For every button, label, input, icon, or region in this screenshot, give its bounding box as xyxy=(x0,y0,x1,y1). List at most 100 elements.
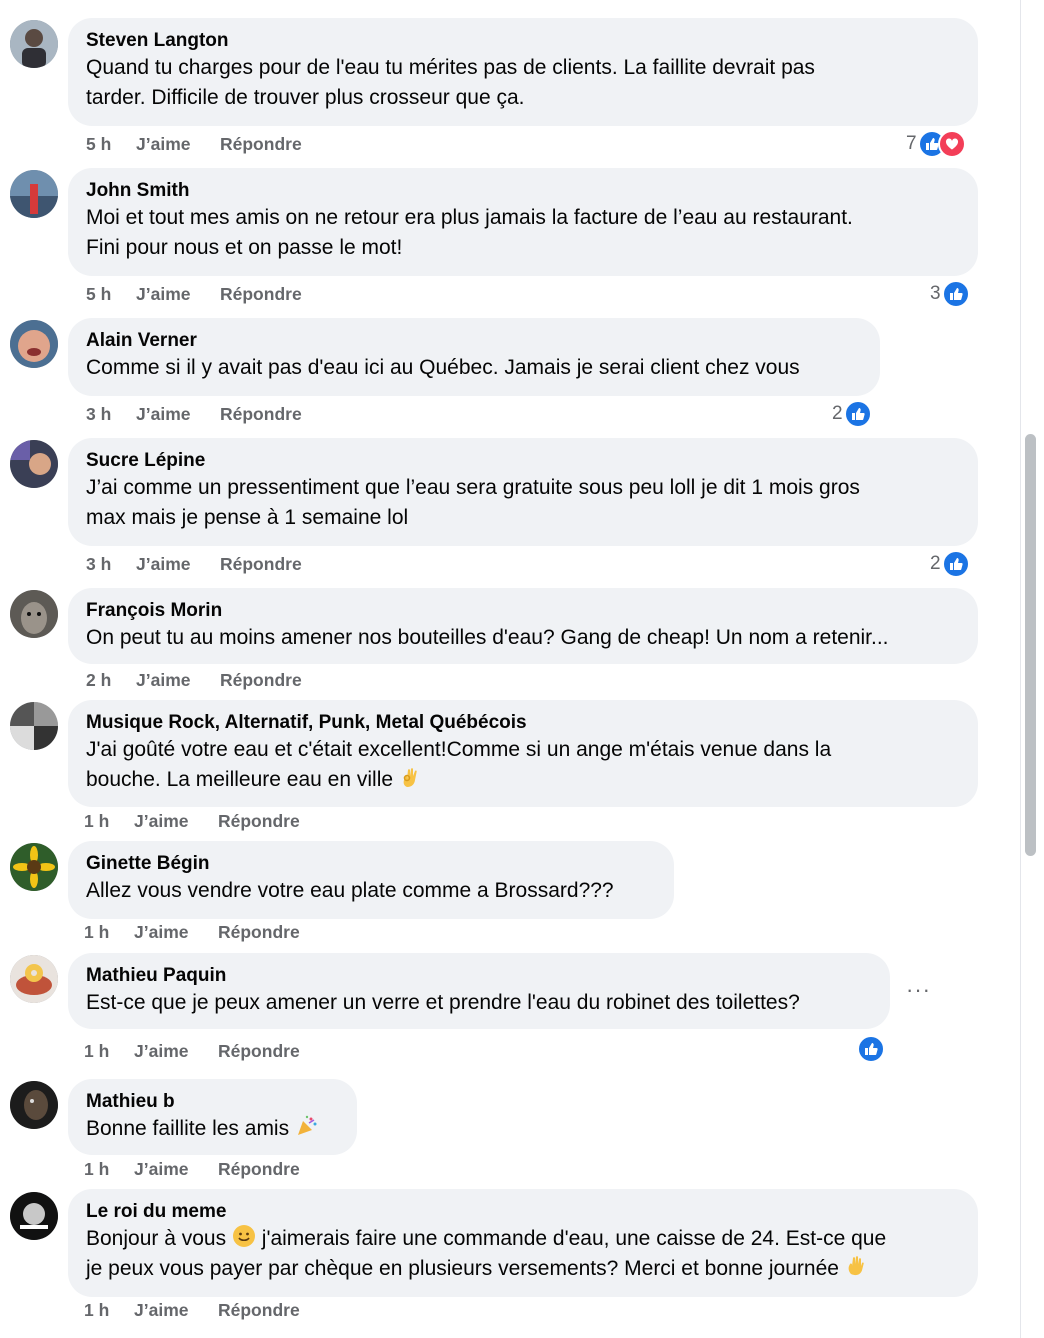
comment-author[interactable]: Steven Langton xyxy=(86,28,960,53)
comment-author[interactable]: Mathieu Paquin xyxy=(86,963,872,988)
like-link[interactable]: J’aime xyxy=(136,283,220,305)
like-link[interactable]: J’aime xyxy=(134,1040,218,1062)
comment-bubble: François Morin On peut tu au moins amene… xyxy=(68,588,978,664)
reaction-count: 2 xyxy=(832,403,843,424)
avatar[interactable] xyxy=(10,955,58,1003)
comment-time[interactable]: 1 h xyxy=(84,921,134,943)
reaction-summary[interactable]: 2 xyxy=(930,550,970,578)
like-reaction-icon xyxy=(857,1035,885,1063)
comment-text-line: bouche. La meilleure eau en ville xyxy=(86,765,960,795)
comment-actions: 1 h J’aime Répondre xyxy=(84,810,300,832)
reaction-summary[interactable]: 3 xyxy=(930,280,970,308)
comment-text-line: je peux vous payer par chèque en plusieu… xyxy=(86,1254,960,1284)
comment-bubble: John Smith Moi et tout mes amis on ne re… xyxy=(68,168,978,276)
comment-actions: 1 h J’aime Répondre xyxy=(84,1158,300,1180)
comment-actions: 2 h J’aime Répondre xyxy=(86,669,302,691)
comment-text-line: max mais je pense à 1 semaine lol xyxy=(86,506,409,529)
reaction-count: 2 xyxy=(930,553,941,574)
like-reaction-icon xyxy=(941,280,970,308)
comment-author[interactable]: Ginette Bégin xyxy=(86,851,656,876)
comment-author[interactable]: John Smith xyxy=(86,178,960,203)
comment-actions: 1 h J’aime Répondre xyxy=(84,1040,300,1062)
avatar[interactable] xyxy=(10,590,58,638)
reply-link[interactable]: Répondre xyxy=(220,403,302,425)
like-reaction-icon xyxy=(941,550,970,578)
reply-link[interactable]: Répondre xyxy=(218,1299,300,1321)
party-popper-emoji-icon xyxy=(295,1114,319,1138)
reaction-summary[interactable] xyxy=(857,1035,885,1063)
like-link[interactable]: J’aime xyxy=(136,669,220,691)
like-link[interactable]: J’aime xyxy=(136,133,220,155)
reaction-summary[interactable]: 7 xyxy=(906,130,966,158)
comment-bubble: Ginette Bégin Allez vous vendre votre ea… xyxy=(68,841,674,919)
scrollbar-thumb[interactable] xyxy=(1025,434,1036,856)
reply-link[interactable]: Répondre xyxy=(218,1158,300,1180)
comment-text-line: Moi et tout mes amis on ne retour era pl… xyxy=(86,206,853,229)
reply-link[interactable]: Répondre xyxy=(220,553,302,575)
comment-bubble: Alain Verner Comme si il y avait pas d'e… xyxy=(68,318,880,396)
more-options-button[interactable]: ··· xyxy=(906,977,931,1003)
comment-author[interactable]: Sucre Lépine xyxy=(86,448,960,473)
waving-hand-emoji-icon xyxy=(845,1254,869,1278)
reply-link[interactable]: Répondre xyxy=(220,669,302,691)
comment-text-line: On peut tu au moins amener nos bouteille… xyxy=(86,626,889,649)
avatar[interactable] xyxy=(10,20,58,68)
comment-time[interactable]: 3 h xyxy=(86,553,136,575)
reaction-count: 7 xyxy=(906,133,917,154)
ok-hand-emoji-icon xyxy=(399,765,423,789)
comment-bubble: Steven Langton Quand tu charges pour de … xyxy=(68,18,978,126)
reply-link[interactable]: Répondre xyxy=(218,1040,300,1062)
comment-author[interactable]: Musique Rock, Alternatif, Punk, Metal Qu… xyxy=(86,710,960,735)
comment-text-line: J’ai comme un pressentiment que l’eau se… xyxy=(86,476,860,499)
avatar[interactable] xyxy=(10,440,58,488)
comment-bubble: Le roi du meme Bonjour à vous j'aimerais… xyxy=(68,1189,978,1297)
reaction-summary[interactable]: 2 xyxy=(832,400,872,428)
reaction-count: 3 xyxy=(930,283,941,304)
comment-time[interactable]: 1 h xyxy=(84,1158,134,1180)
comment-bubble: Mathieu Paquin Est-ce que je peux amener… xyxy=(68,953,890,1029)
comment-actions: 3 h J’aime Répondre xyxy=(86,553,302,575)
like-link[interactable]: J’aime xyxy=(136,553,220,575)
comment-time[interactable]: 1 h xyxy=(84,810,134,832)
comment-time[interactable]: 5 h xyxy=(86,283,136,305)
avatar[interactable] xyxy=(10,1192,58,1240)
comment-author[interactable]: Mathieu b xyxy=(86,1089,339,1114)
comment-bubble: Sucre Lépine J’ai comme un pressentiment… xyxy=(68,438,978,546)
avatar[interactable] xyxy=(10,1081,58,1129)
comment-actions: 1 h J’aime Répondre xyxy=(84,1299,300,1321)
avatar[interactable] xyxy=(10,170,58,218)
like-link[interactable]: J’aime xyxy=(134,1158,218,1180)
comment-text-line: J'ai goûté votre eau et c'était excellen… xyxy=(86,738,832,761)
like-link[interactable]: J’aime xyxy=(134,1299,218,1321)
comment-actions: 3 h J’aime Répondre xyxy=(86,403,302,425)
comment-text-line: Quand tu charges pour de l'eau tu mérite… xyxy=(86,56,815,79)
comment-text-line: Allez vous vendre votre eau plate comme … xyxy=(86,879,614,902)
comment-text-line: Bonjour à vous j'aimerais faire une comm… xyxy=(86,1224,960,1254)
reply-link[interactable]: Répondre xyxy=(220,283,302,305)
comment-actions: 5 h J’aime Répondre xyxy=(86,283,302,305)
like-link[interactable]: J’aime xyxy=(134,810,218,832)
comment-actions: 1 h J’aime Répondre xyxy=(84,921,300,943)
comment-author[interactable]: Le roi du meme xyxy=(86,1199,960,1224)
comment-time[interactable]: 1 h xyxy=(84,1299,134,1321)
comment-time[interactable]: 1 h xyxy=(84,1040,134,1062)
comment-bubble: Musique Rock, Alternatif, Punk, Metal Qu… xyxy=(68,700,978,807)
avatar[interactable] xyxy=(10,320,58,368)
reply-link[interactable]: Répondre xyxy=(218,810,300,832)
comment-text: je peux vous payer par chèque en plusieu… xyxy=(86,1257,839,1280)
comment-time[interactable]: 2 h xyxy=(86,669,136,691)
avatar[interactable] xyxy=(10,702,58,750)
avatar[interactable] xyxy=(10,843,58,891)
comment-time[interactable]: 5 h xyxy=(86,133,136,155)
comment-time[interactable]: 3 h xyxy=(86,403,136,425)
reply-link[interactable]: Répondre xyxy=(220,133,302,155)
comment-author[interactable]: François Morin xyxy=(86,598,960,623)
comment-author[interactable]: Alain Verner xyxy=(86,328,862,353)
reply-link[interactable]: Répondre xyxy=(218,921,300,943)
love-reaction-icon xyxy=(937,130,966,158)
comment-text-line: tarder. Difficile de trouver plus crosse… xyxy=(86,86,525,109)
like-link[interactable]: J’aime xyxy=(134,921,218,943)
comment-text-line: Comme si il y avait pas d'eau ici au Qué… xyxy=(86,356,800,379)
comment-text-line: Fini pour nous et on passe le mot! xyxy=(86,236,403,259)
like-link[interactable]: J’aime xyxy=(136,403,220,425)
